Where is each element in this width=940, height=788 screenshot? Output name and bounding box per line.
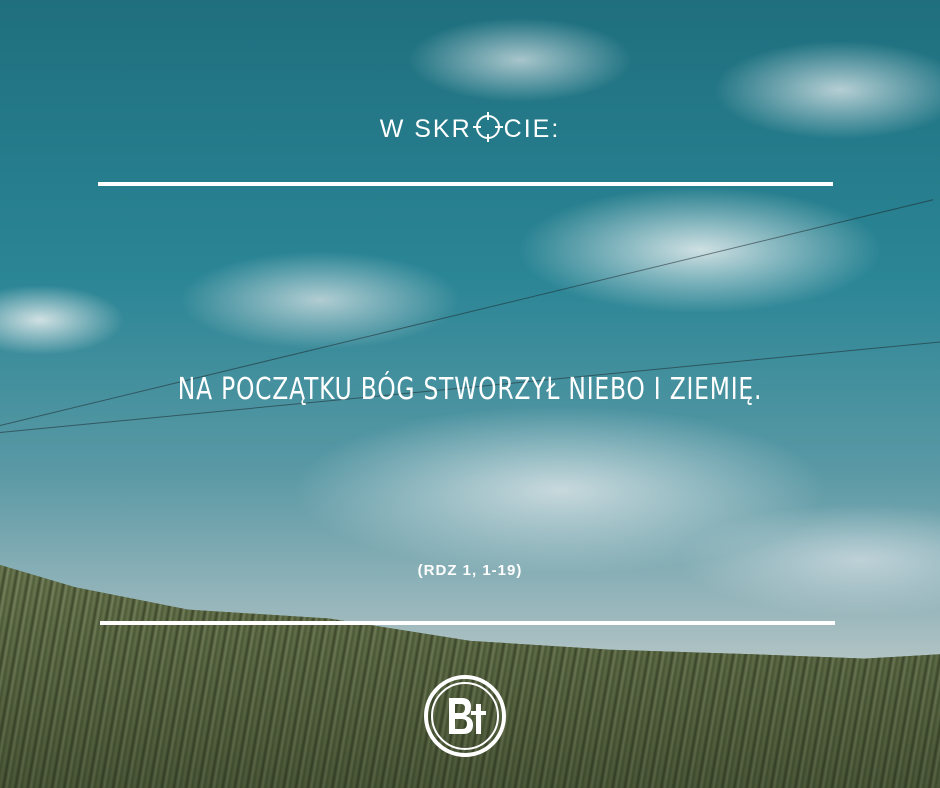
heading-text-end: CIE: [503, 115, 561, 144]
heading-text-start: W SKR [379, 115, 472, 144]
crosshair-target-icon [472, 112, 503, 149]
top-divider [98, 182, 833, 186]
heading: W SKR CIE: [0, 112, 940, 149]
bt-cross-logo [423, 674, 507, 758]
scripture-reference: (RDZ 1, 1-19) [417, 562, 523, 579]
text-overlay: W SKR CIE: NA POCZĄTKU BÓG STWORZYŁ NIEBO… [0, 0, 940, 788]
bottom-divider [100, 621, 835, 625]
quote-text: NA POCZĄTKU BÓG STWORZYŁ NIEBO I ZIEMIĘ. [177, 372, 763, 407]
